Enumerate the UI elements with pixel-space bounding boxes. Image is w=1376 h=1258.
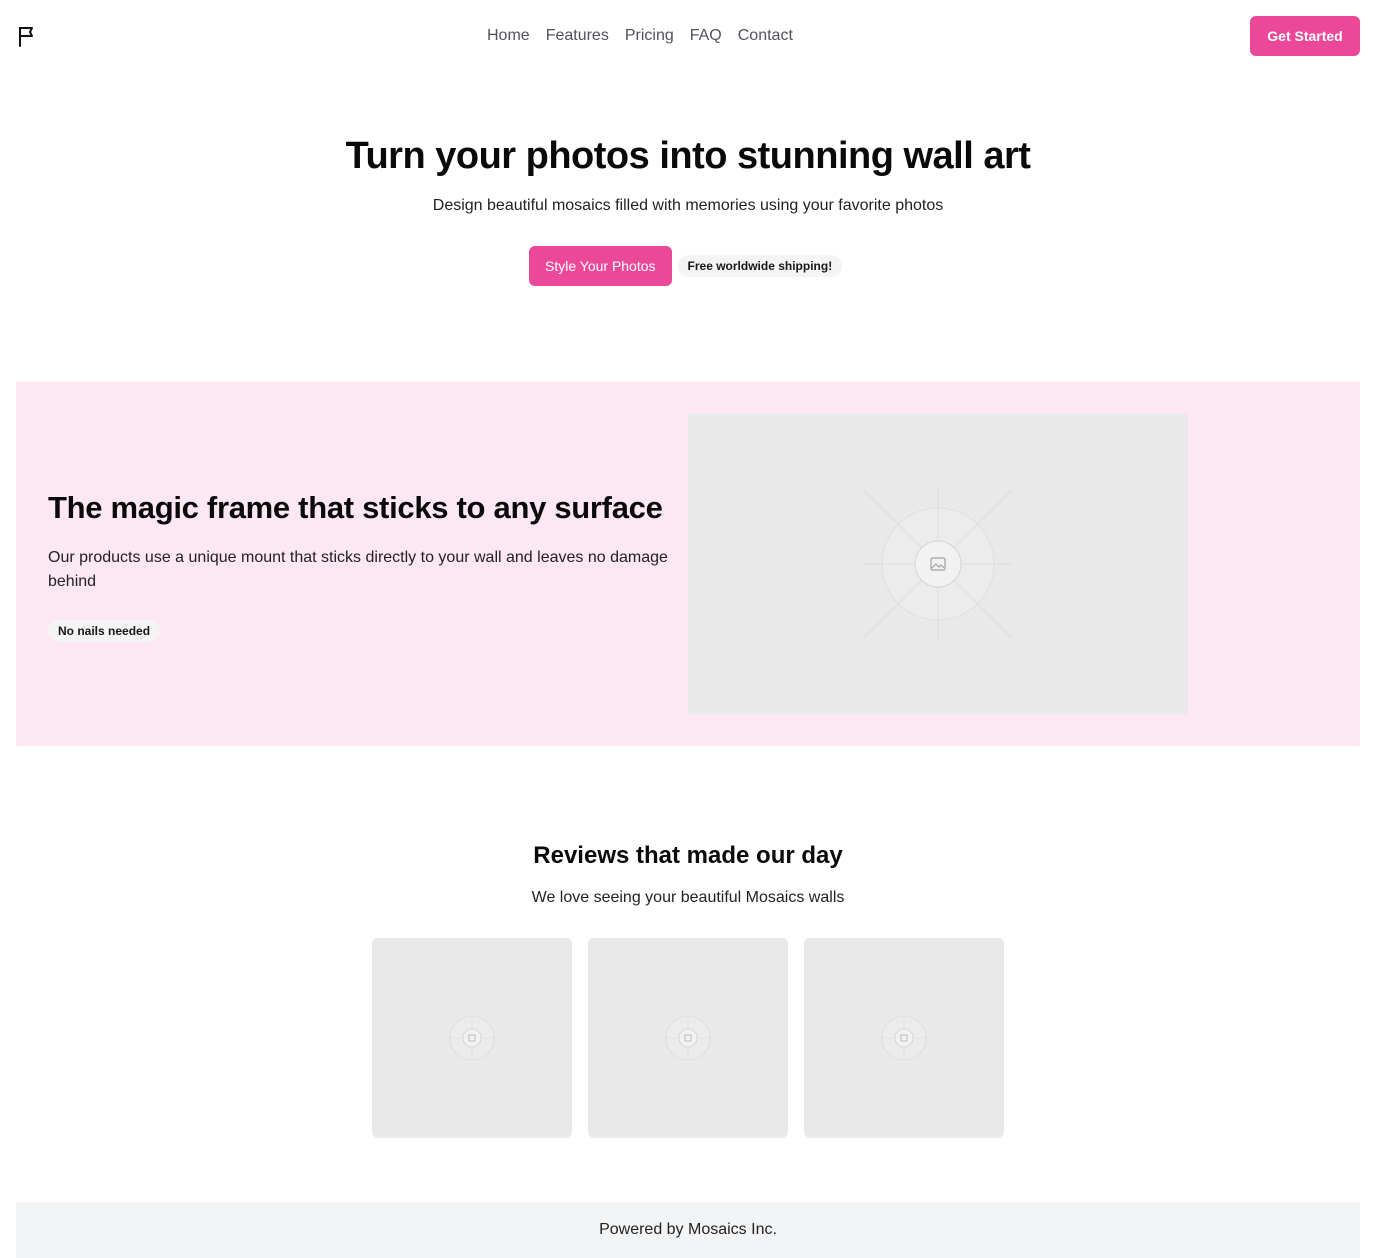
- reviews-subtitle: We love seeing your beautiful Mosaics wa…: [531, 889, 845, 906]
- hero-section: Turn your photos into stunning wall art …: [0, 132, 1376, 286]
- no-nails-badge: No nails needed: [48, 620, 161, 642]
- nav-features-link[interactable]: Features: [546, 27, 609, 45]
- get-started-button[interactable]: Get Started: [1250, 16, 1360, 56]
- image-placeholder-icon: [881, 1015, 927, 1061]
- hero-title: Turn your photos into stunning wall art: [345, 135, 1031, 177]
- feature-text: The magic frame that sticks to any surfa…: [48, 488, 678, 642]
- review-image[interactable]: [372, 938, 572, 1138]
- review-gallery: [372, 938, 1004, 1138]
- hero-actions: Style Your Photos Free worldwide shippin…: [529, 246, 843, 286]
- flag-icon[interactable]: [16, 24, 40, 48]
- nav-contact-link[interactable]: Contact: [738, 27, 793, 45]
- image-placeholder-icon: [863, 489, 1013, 639]
- review-image[interactable]: [588, 938, 788, 1138]
- footer-text: Powered by Mosaics Inc.: [599, 1221, 777, 1238]
- nav-home-link[interactable]: Home: [487, 27, 530, 45]
- image-placeholder-icon: [665, 1015, 711, 1061]
- feature-title: The magic frame that sticks to any surfa…: [48, 490, 663, 525]
- review-image[interactable]: [804, 938, 1004, 1138]
- reviews-title: Reviews that made our day: [533, 842, 843, 869]
- feature-section: The magic frame that sticks to any surfa…: [16, 382, 1360, 746]
- site-footer: Powered by Mosaics Inc.: [16, 1202, 1360, 1258]
- site-header: Home Features Pricing FAQ Contact Get St…: [16, 16, 1360, 56]
- image-placeholder-icon: [449, 1015, 495, 1061]
- nav-pricing-link[interactable]: Pricing: [625, 27, 674, 45]
- style-your-photos-button[interactable]: Style Your Photos: [529, 246, 672, 286]
- feature-image: [688, 414, 1188, 714]
- main-nav: Home Features Pricing FAQ Contact: [487, 16, 793, 56]
- nav-faq-link[interactable]: FAQ: [690, 27, 722, 45]
- reviews-section: Reviews that made our day We love seeing…: [0, 840, 1376, 910]
- hero-subtitle: Design beautiful mosaics filled with mem…: [432, 197, 944, 214]
- feature-description: Our products use a unique mount that sti…: [48, 549, 668, 590]
- shipping-badge: Free worldwide shipping!: [677, 255, 843, 277]
